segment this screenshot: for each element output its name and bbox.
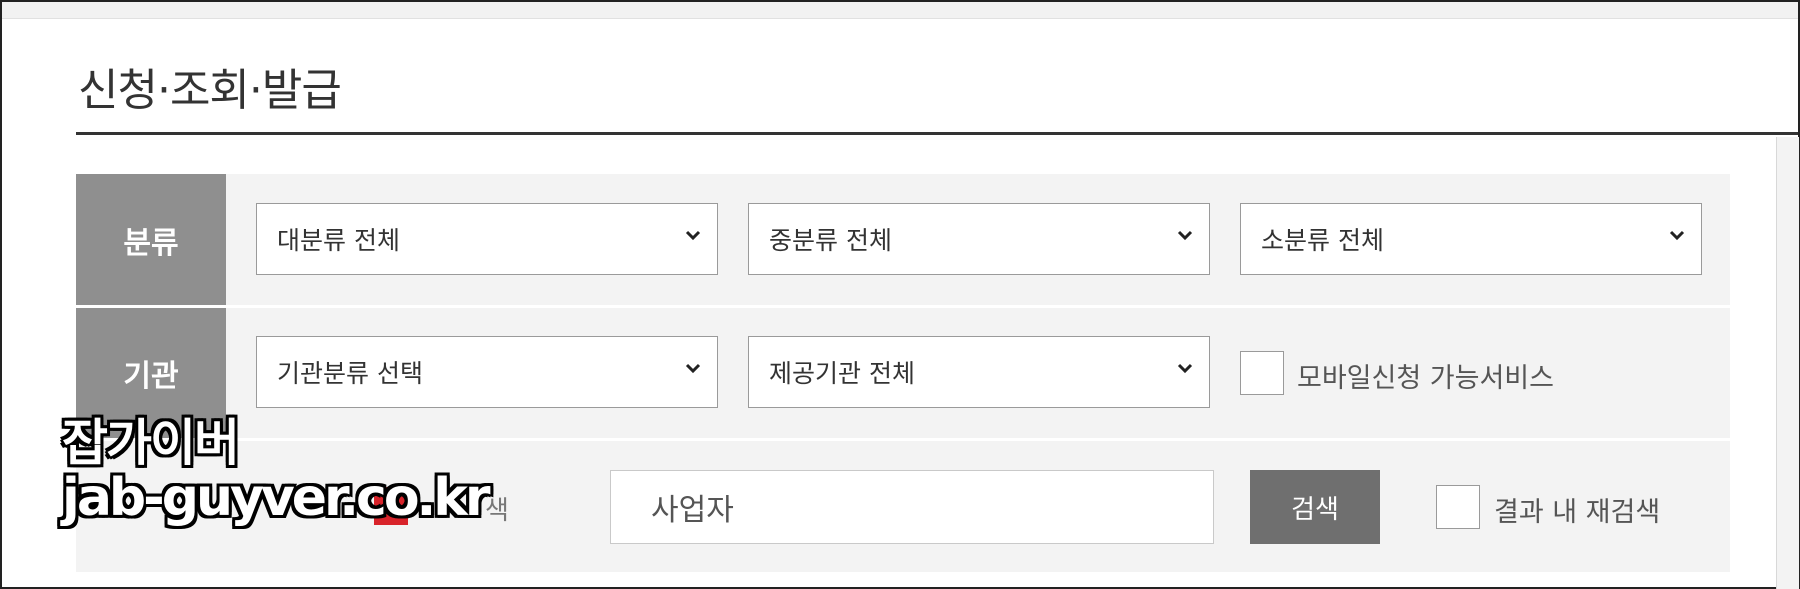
category-row-label: 분류 [76,174,226,305]
search-button[interactable]: 검색 [1250,470,1380,544]
row-divider [76,305,1730,308]
agency-type-value: 기관분류 선택 [277,359,423,388]
minor-category-value: 소분류 전체 [1261,226,1384,255]
chevron-down-icon [1177,230,1193,241]
major-category-value: 대분류 전체 [277,226,400,255]
mobile-service-checkbox-label: 모바일신청 가능서비스 [1297,363,1554,394]
watermark-line2: jab-guyver.co.kr [62,468,491,528]
mobile-service-checkbox[interactable] [1240,351,1284,395]
middle-category-select[interactable]: 중분류 전체 [748,203,1210,275]
chevron-down-icon [1669,230,1685,241]
agency-type-select[interactable]: 기관분류 선택 [256,336,718,408]
watermark: 잡가이버 jab-guyver.co.kr [62,414,491,528]
chevron-down-icon [685,363,701,374]
search-input[interactable] [610,470,1214,544]
chevron-down-icon [1177,363,1193,374]
major-category-select[interactable]: 대분류 전체 [256,203,718,275]
chevron-down-icon [685,230,701,241]
provider-agency-value: 제공기관 전체 [769,359,915,388]
top-strip [2,2,1798,19]
title-divider [76,132,1798,135]
watermark-line1: 잡가이버 [62,414,240,472]
page-title: 신청·조회·발급 [78,65,342,116]
middle-category-value: 중분류 전체 [769,226,892,255]
refine-search-checkbox[interactable] [1436,485,1480,529]
right-scrollbar[interactable] [1776,137,1799,589]
refine-search-checkbox-label: 결과 내 재검색 [1494,497,1661,528]
minor-category-select[interactable]: 소분류 전체 [1240,203,1702,275]
provider-agency-select[interactable]: 제공기관 전체 [748,336,1210,408]
search-row-label: 색 [485,496,509,526]
